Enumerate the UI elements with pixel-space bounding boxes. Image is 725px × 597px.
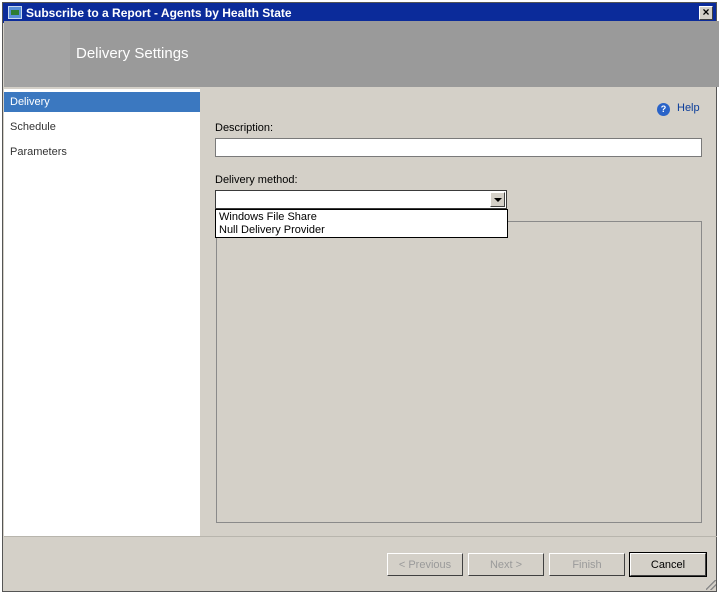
previous-button[interactable]: < Previous — [387, 553, 463, 576]
bottom-separator — [4, 536, 717, 537]
delivery-method-select[interactable] — [215, 190, 507, 209]
settings-panel — [216, 221, 702, 523]
next-button[interactable]: Next > — [468, 553, 544, 576]
description-label: Description: — [215, 122, 274, 134]
finish-button[interactable]: Finish — [549, 553, 625, 576]
delivery-method-dropdown: Windows File Share Null Delivery Provide… — [215, 209, 508, 238]
chevron-down-icon[interactable] — [490, 192, 505, 207]
dropdown-option-null-delivery-provider[interactable]: Null Delivery Provider — [219, 224, 325, 237]
help-link[interactable]: Help — [677, 102, 700, 114]
sidebar-nav: Delivery Schedule Parameters — [4, 89, 200, 536]
close-button[interactable]: × — [699, 6, 713, 20]
delivery-method-label: Delivery method: — [215, 174, 298, 186]
window-title: Subscribe to a Report - Agents by Health… — [26, 6, 292, 20]
help-icon[interactable]: ? — [657, 103, 670, 116]
app-icon — [8, 6, 22, 19]
page-title: Delivery Settings — [76, 45, 189, 62]
title-bar[interactable]: Subscribe to a Report - Agents by Health… — [3, 3, 716, 23]
dropdown-option-windows-file-share[interactable]: Windows File Share — [219, 211, 317, 224]
header-band: Delivery Settings — [4, 21, 719, 87]
cancel-button[interactable]: Cancel — [629, 552, 707, 577]
resize-grip-icon[interactable] — [706, 580, 716, 590]
header-accent — [4, 21, 70, 87]
sidebar-item-parameters[interactable]: Parameters — [4, 142, 200, 162]
description-input[interactable] — [215, 138, 702, 157]
sidebar-item-schedule[interactable]: Schedule — [4, 117, 200, 137]
sidebar-item-delivery[interactable]: Delivery — [4, 92, 200, 112]
